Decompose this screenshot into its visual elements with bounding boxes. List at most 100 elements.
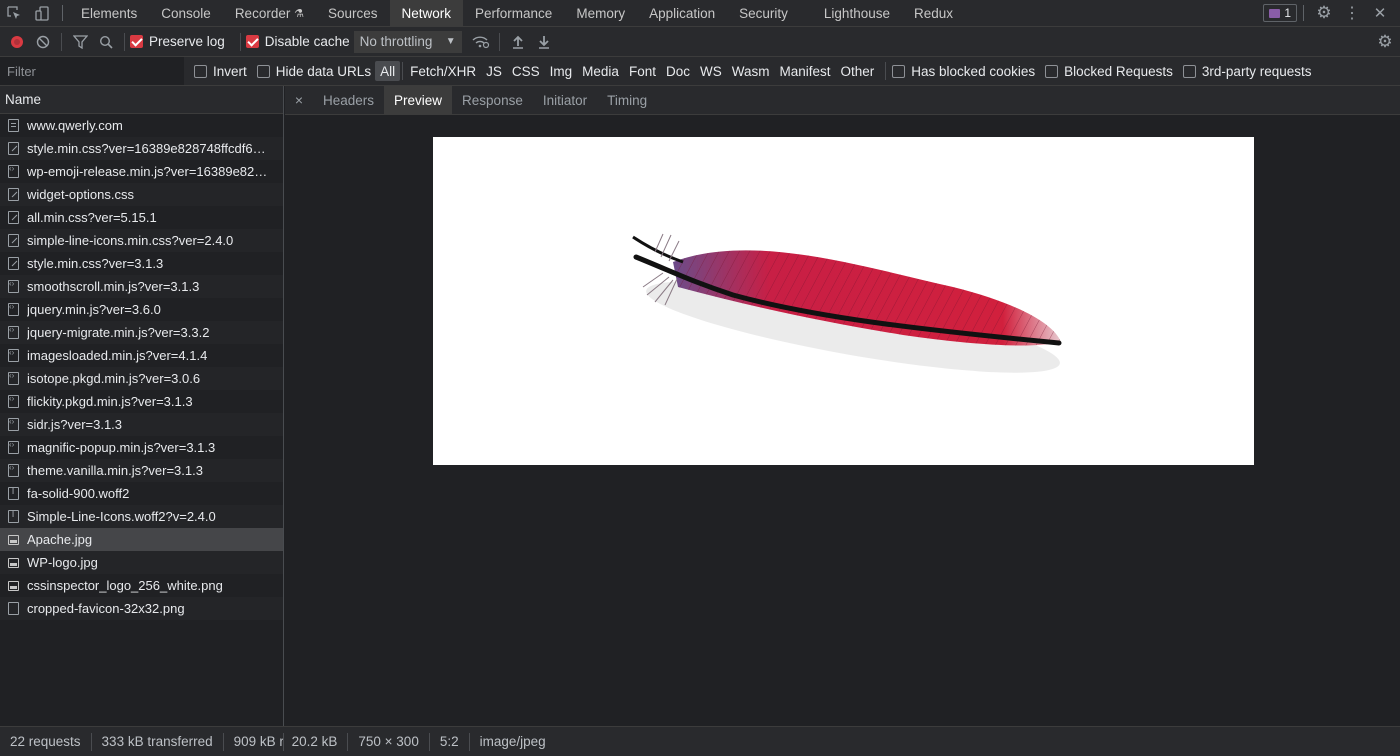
image-preview <box>433 137 1254 465</box>
type-filter-media[interactable]: Media <box>577 61 624 81</box>
tab-headers[interactable]: Headers <box>313 86 384 114</box>
request-row[interactable]: WP-logo.jpg <box>0 551 283 574</box>
filter-input[interactable]: Filter <box>0 57 184 85</box>
has-blocked-cookies-checkbox[interactable]: Has blocked cookies <box>892 64 1035 79</box>
request-row[interactable]: style.min.css?ver=3.1.3 <box>0 252 283 275</box>
divider <box>124 32 125 51</box>
request-row[interactable]: flickity.pkgd.min.js?ver=3.1.3 <box>0 390 283 413</box>
request-row[interactable]: smoothscroll.min.js?ver=3.1.3 <box>0 275 283 298</box>
request-row[interactable]: style.min.css?ver=16389e828748ffcdf6… <box>0 137 283 160</box>
request-row[interactable]: jquery-migrate.min.js?ver=3.3.2 <box>0 321 283 344</box>
tab-security[interactable]: Security <box>727 0 800 26</box>
css-file-icon <box>8 234 19 247</box>
tab-sources[interactable]: Sources <box>316 0 390 26</box>
network-settings-gear-icon[interactable]: ⚙ <box>1372 28 1398 56</box>
request-row[interactable]: Simple-Line-Icons.woff2?v=2.4.0 <box>0 505 283 528</box>
request-row[interactable]: jquery.min.js?ver=3.6.0 <box>0 298 283 321</box>
request-name: smoothscroll.min.js?ver=3.1.3 <box>27 279 200 294</box>
clear-icon[interactable] <box>30 28 56 56</box>
type-filter-wasm[interactable]: Wasm <box>727 61 775 81</box>
name-column-header[interactable]: Name <box>0 86 283 114</box>
checkbox-box[interactable] <box>245 35 259 48</box>
record-icon[interactable] <box>4 28 30 56</box>
request-row[interactable]: simple-line-icons.min.css?ver=2.4.0 <box>0 229 283 252</box>
message-count: 1 <box>1284 6 1291 20</box>
network-conditions-icon[interactable] <box>468 28 494 56</box>
tab-lighthouse[interactable]: Lighthouse <box>800 0 902 26</box>
import-har-icon[interactable] <box>505 28 531 56</box>
request-row[interactable]: sidr.js?ver=3.1.3 <box>0 413 283 436</box>
type-filter-img[interactable]: Img <box>545 61 578 81</box>
checkbox-label: Invert <box>213 63 247 79</box>
request-row[interactable]: isotope.pkgd.min.js?ver=3.0.6 <box>0 367 283 390</box>
tab-timing[interactable]: Timing <box>597 86 657 114</box>
checkbox-box[interactable] <box>130 35 143 48</box>
dropdown-arrow-icon: ▼ <box>445 36 456 47</box>
messages-badge[interactable]: 1 <box>1263 4 1297 22</box>
tab-label: Network <box>401 5 452 21</box>
preserve-log-checkbox[interactable]: Preserve log <box>130 34 225 49</box>
type-filter-other[interactable]: Other <box>836 61 880 81</box>
message-icon <box>1269 8 1281 18</box>
devtools-tab-bar: Elements Console Recorder ⚗ Sources Netw… <box>0 0 1400 27</box>
request-row[interactable]: widget-options.css <box>0 183 283 206</box>
tab-network[interactable]: Network <box>389 0 464 26</box>
request-name: WP-logo.jpg <box>27 555 98 570</box>
tab-application[interactable]: Application <box>637 0 727 26</box>
request-row[interactable]: cropped-favicon-32x32.png <box>0 597 283 620</box>
close-devtools-icon[interactable]: ✕ <box>1366 0 1394 26</box>
third-party-requests-checkbox[interactable]: 3rd-party requests <box>1182 64 1311 79</box>
request-row[interactable]: fa-solid-900.woff2 <box>0 482 283 505</box>
close-details-icon[interactable]: × <box>285 92 313 108</box>
settings-gear-icon[interactable]: ⚙ <box>1310 0 1338 26</box>
css-file-icon <box>8 188 19 201</box>
type-filter-fetch-xhr[interactable]: Fetch/XHR <box>405 61 481 81</box>
img-file-icon <box>8 580 19 591</box>
tab-console[interactable]: Console <box>149 0 223 26</box>
js-file-icon <box>8 164 19 178</box>
tab-label: Redux <box>913 5 954 21</box>
disable-cache-checkbox[interactable]: Disable cache <box>245 34 350 49</box>
inspect-element-icon[interactable] <box>0 0 28 26</box>
hide-data-urls-checkbox[interactable]: Hide data URLs <box>256 64 371 79</box>
request-row[interactable]: cssinspector_logo_256_white.png <box>0 574 283 597</box>
export-har-icon[interactable] <box>531 28 557 56</box>
tab-memory[interactable]: Memory <box>564 0 637 26</box>
type-filter-js[interactable]: JS <box>481 61 507 81</box>
request-name: jquery-migrate.min.js?ver=3.3.2 <box>27 325 210 340</box>
request-row[interactable]: all.min.css?ver=5.15.1 <box>0 206 283 229</box>
request-row[interactable]: magnific-popup.min.js?ver=3.1.3 <box>0 436 283 459</box>
request-row[interactable]: imagesloaded.min.js?ver=4.1.4 <box>0 344 283 367</box>
type-filter-all[interactable]: All <box>375 61 401 81</box>
checkbox-box[interactable] <box>1182 64 1196 78</box>
request-name: all.min.css?ver=5.15.1 <box>27 210 157 225</box>
invert-checkbox[interactable]: Invert <box>194 64 247 79</box>
checkbox-box[interactable] <box>1045 64 1059 78</box>
blocked-requests-checkbox[interactable]: Blocked Requests <box>1045 64 1173 79</box>
request-row[interactable]: theme.vanilla.min.js?ver=3.1.3 <box>0 459 283 482</box>
tab-performance[interactable]: Performance <box>463 0 564 26</box>
tab-initiator[interactable]: Initiator <box>533 86 597 114</box>
type-filter-font[interactable]: Font <box>624 61 661 81</box>
tab-elements[interactable]: Elements <box>69 0 149 26</box>
request-row[interactable]: Apache.jpg <box>0 528 283 551</box>
checkbox-box[interactable] <box>892 64 906 78</box>
request-row[interactable]: www.qwerly.com <box>0 114 283 137</box>
request-row[interactable]: wp-emoji-release.min.js?ver=16389e82… <box>0 160 283 183</box>
filter-bar: Filter Invert Hide data URLs All Fetch/X… <box>0 57 1400 86</box>
tab-preview[interactable]: Preview <box>384 86 453 114</box>
throttling-select[interactable]: No throttling ▼ <box>353 30 462 53</box>
more-options-icon[interactable]: ⋮ <box>1338 0 1366 26</box>
device-toolbar-icon[interactable] <box>28 0 56 26</box>
filter-icon[interactable] <box>67 28 93 56</box>
checkbox-box[interactable] <box>256 64 270 78</box>
search-icon[interactable] <box>93 28 119 56</box>
type-filter-manifest[interactable]: Manifest <box>774 61 835 81</box>
type-filter-ws[interactable]: WS <box>695 61 727 81</box>
type-filter-doc[interactable]: Doc <box>661 61 695 81</box>
tab-redux[interactable]: Redux <box>902 0 965 26</box>
checkbox-box[interactable] <box>194 64 207 78</box>
type-filter-css[interactable]: CSS <box>507 61 545 81</box>
tab-recorder[interactable]: Recorder ⚗ <box>223 0 316 26</box>
tab-response[interactable]: Response <box>452 86 533 114</box>
